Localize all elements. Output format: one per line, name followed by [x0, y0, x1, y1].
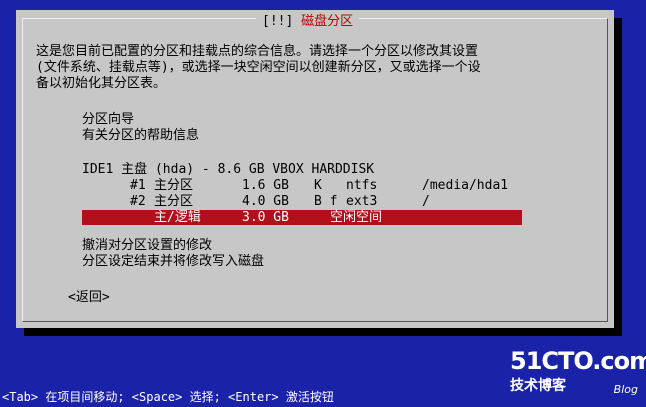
keyboard-help-statusbar: <Tab> 在项目间移动; <Space> 选择; <Enter> 激活按钮 — [2, 390, 334, 404]
partition-type: 主分区 — [154, 194, 194, 209]
menu-item-guided-partitioning[interactable]: 分区向导 — [82, 112, 134, 128]
partition-size: 4.0 GB — [242, 194, 289, 209]
description-line-1: 这是您目前已配置的分区和挂载点的综合信息。请选择一个分区以修改其设置 — [36, 44, 479, 59]
installer-screen: [!!] 磁盘分区 这是您目前已配置的分区和挂载点的综合信息。请选择一个分区以修… — [0, 0, 646, 407]
watermark-site: 51CTO.com — [510, 347, 646, 375]
description-line-3: 备以初始化其分区表。 — [36, 76, 167, 91]
partition-mount: / — [422, 194, 430, 209]
menu-item-undo-changes[interactable]: 撤消对分区设置的修改 — [82, 238, 212, 254]
menu-item-finish-partitioning[interactable]: 分区设定结束并将修改写入磁盘 — [82, 254, 264, 270]
partition-flags: B f — [314, 194, 338, 209]
menu-item-partition-1[interactable]: #1 主分区 1.6 GB K ntfs /media/hda1 — [82, 178, 522, 194]
watermark-blog: Blog — [613, 383, 638, 396]
watermark-logo: 51CTO.com 技术博客 Blog — [510, 347, 646, 401]
menu-item-partition-2[interactable]: #2 主分区 4.0 GB B f ext3 / — [82, 194, 522, 210]
free-space-type: 主/逻辑 — [154, 210, 201, 225]
free-space-label: 空闲空间 — [330, 210, 383, 225]
partition-dialog: [!!] 磁盘分区 这是您目前已配置的分区和挂载点的综合信息。请选择一个分区以修… — [16, 10, 614, 328]
partition-number: #2 — [130, 194, 146, 209]
menu-item-partition-help[interactable]: 有关分区的帮助信息 — [82, 128, 199, 144]
partition-number: #1 — [130, 178, 146, 193]
dialog-title: [!!] 磁盘分区 — [256, 13, 360, 31]
partition-filesystem: ext3 — [346, 194, 378, 209]
watermark-tagline: 技术博客 — [510, 378, 566, 394]
back-button[interactable]: <返回> — [68, 290, 110, 306]
partition-size: 1.6 GB — [242, 178, 289, 193]
title-priority: [!!] — [262, 14, 294, 29]
partition-type: 主分区 — [154, 178, 194, 193]
partition-filesystem: ntfs — [346, 178, 378, 193]
description-line-2: (文件系统、挂载点等)，或选择一块空闲空间以创建新分区，又或选择一个设 — [36, 60, 481, 75]
menu-item-free-space-selected[interactable]: 主/逻辑 3.0 GB 空闲空间 — [82, 210, 522, 225]
menu-item-disk-hda[interactable]: IDE1 主盘 (hda) - 8.6 GB VBOX HARDDISK — [82, 162, 374, 178]
partition-flags: K — [314, 178, 322, 193]
partition-mount: /media/hda1 — [422, 178, 509, 193]
free-space-size: 3.0 GB — [242, 210, 289, 225]
title-text: 磁盘分区 — [301, 14, 354, 29]
